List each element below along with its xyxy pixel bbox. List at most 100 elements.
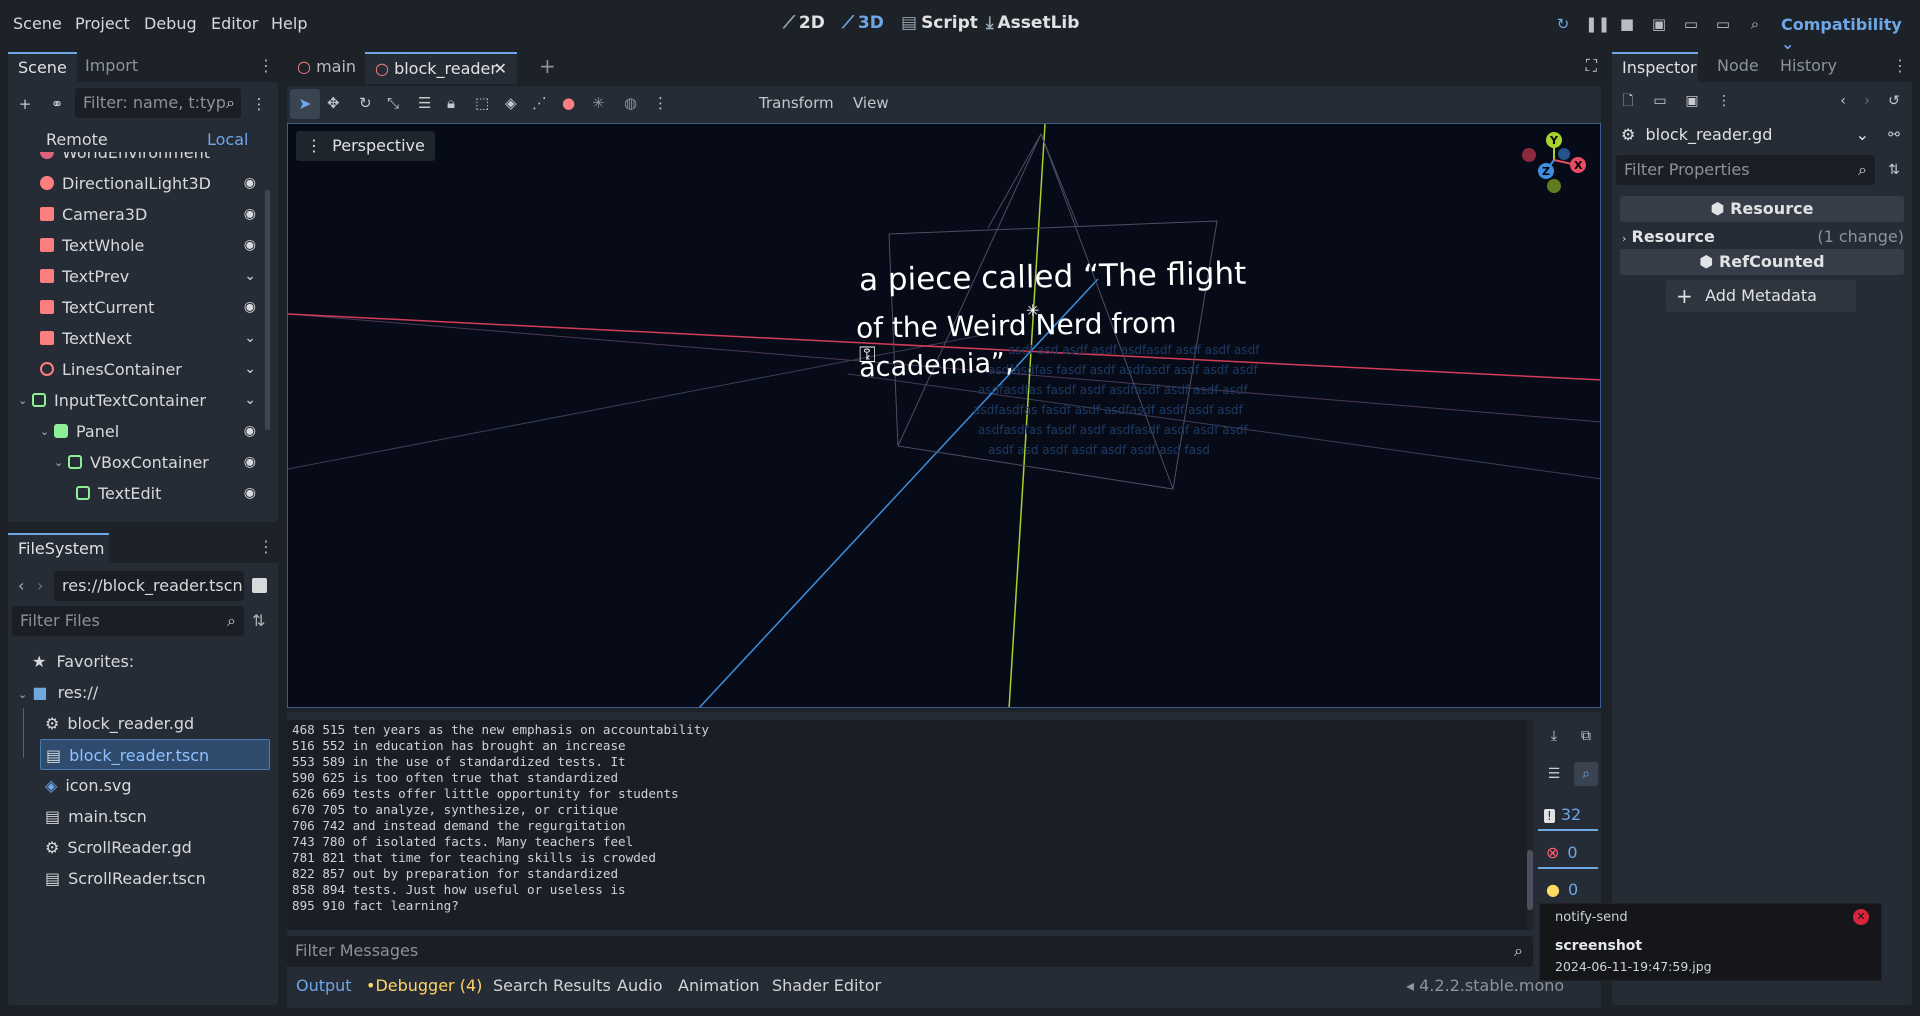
remote-button[interactable]: Remote	[46, 130, 108, 149]
file-item[interactable]: ◈ icon.svg	[40, 770, 270, 801]
chevron-down-icon[interactable]: ⌄	[244, 385, 256, 416]
visibility-icon[interactable]: ◉	[244, 478, 256, 509]
scene-tab-block-reader[interactable]: ○ block_reader ✕	[365, 52, 517, 84]
scene-tab-main[interactable]: ○ main	[287, 52, 366, 84]
tab-inspector[interactable]: Inspector	[1612, 52, 1698, 82]
filter-properties-input[interactable]: Filter Properties ⌕	[1616, 155, 1875, 185]
visibility-icon[interactable]: ◉	[244, 230, 256, 261]
more-options-icon[interactable]: ⋮	[1712, 89, 1736, 113]
chevron-down-icon[interactable]: ⌄	[40, 416, 49, 447]
mode-2d-button[interactable]: ⟋ 2D	[783, 13, 825, 33]
resource-selector[interactable]: ⚙ block_reader.gd ⌄	[1616, 120, 1875, 150]
chevron-down-icon[interactable]: ⌄	[18, 385, 27, 416]
more-options-icon[interactable]: ⋮	[653, 94, 668, 112]
gizmo-neg-x-handle[interactable]	[1522, 148, 1536, 162]
rotate-tool-icon[interactable]: ↻	[359, 94, 372, 112]
chevron-down-icon[interactable]: ⌄	[244, 323, 256, 354]
visibility-icon[interactable]: ◉	[244, 199, 256, 230]
list-select-icon[interactable]: ☰	[418, 94, 431, 112]
tree-node-textnext[interactable]: TextNext ⌄	[8, 323, 268, 354]
back-icon[interactable]: ‹	[1831, 89, 1855, 113]
tab-import[interactable]: Import	[75, 52, 148, 82]
res-root-row[interactable]: ⌄ ■ res://	[18, 677, 98, 708]
play-custom-icon[interactable]: ▭	[1713, 14, 1733, 34]
property-options-icon[interactable]: ⇅	[1882, 158, 1906, 182]
scene-tree-scrollbar[interactable]	[265, 190, 270, 430]
distraction-free-icon[interactable]: ⛶	[1586, 56, 1597, 76]
clear-output-icon[interactable]: ⤓	[1542, 724, 1566, 748]
menu-project[interactable]: Project	[75, 14, 130, 33]
tab-node[interactable]: Node	[1707, 52, 1769, 82]
tab-output[interactable]: Output	[296, 976, 352, 995]
file-item[interactable]: ▤ main.tscn	[40, 801, 270, 832]
warning-count-toggle[interactable]: ● 0	[1538, 874, 1598, 906]
visibility-icon[interactable]: ◉	[244, 447, 256, 478]
tab-history[interactable]: History	[1770, 52, 1847, 82]
tree-node-textprev[interactable]: TextPrev ⌄	[8, 261, 268, 292]
tab-debugger[interactable]: •Debugger (4)	[366, 976, 482, 995]
scale-tool-icon[interactable]: ⤡	[387, 94, 399, 112]
copy-icon[interactable]: ⧉	[1574, 724, 1598, 748]
tab-audio[interactable]: Audio	[617, 976, 662, 995]
object-properties-icon[interactable]: ⚯	[1882, 123, 1906, 147]
tree-node-textcurrent[interactable]: TextCurrent ◉	[8, 292, 268, 323]
menu-scene[interactable]: Scene	[13, 14, 62, 33]
view-menu[interactable]: View	[853, 94, 889, 112]
transform-menu[interactable]: Transform	[759, 94, 834, 112]
environment-icon[interactable]: ◍	[624, 94, 637, 112]
gizmo-neg-y-handle[interactable]	[1547, 179, 1561, 193]
output-scrollbar-thumb[interactable]	[1527, 850, 1533, 910]
snap-icon[interactable]: ⋰	[532, 94, 547, 112]
tree-node-camera3d[interactable]: Camera3D ◉	[8, 199, 268, 230]
chevron-down-icon[interactable]: ⌄	[54, 447, 63, 478]
filesystem-path-field[interactable]: res://block_reader.tscn	[54, 571, 244, 601]
open-folder-icon[interactable]: ▭	[1648, 89, 1672, 113]
reload-icon[interactable]: ↻	[1553, 14, 1573, 34]
forward-icon[interactable]: ›	[1855, 89, 1879, 113]
back-icon[interactable]: ‹	[18, 576, 24, 595]
dock-menu-icon[interactable]: ⋮	[258, 537, 274, 556]
tree-node-textedit[interactable]: TextEdit ◉	[8, 478, 268, 509]
new-resource-icon[interactable]: 🗋︎	[1616, 89, 1640, 113]
pause-icon[interactable]: ❚❚	[1585, 14, 1610, 34]
local-button[interactable]: Local	[207, 130, 248, 149]
tab-shader-editor[interactable]: Shader Editor	[772, 976, 881, 995]
group-icon[interactable]: ⬚	[475, 94, 489, 112]
close-icon[interactable]: ✕	[1853, 909, 1869, 925]
section-resource-header[interactable]: ⬢ Resource	[1620, 196, 1904, 222]
visibility-icon[interactable]: ◉	[244, 292, 256, 323]
favorites-row[interactable]: ★ Favorites:	[32, 646, 134, 677]
renderer-select[interactable]: Compatibility ⌄	[1781, 15, 1920, 53]
dock-menu-icon[interactable]: ⋮	[258, 56, 274, 75]
lock-icon[interactable]: 🔒︎	[447, 94, 455, 112]
dock-menu-icon[interactable]: ⋮	[1892, 56, 1908, 75]
file-item[interactable]: ⚙ block_reader.gd	[40, 708, 270, 739]
chevron-down-icon[interactable]: ⌄	[244, 261, 256, 292]
tree-node-directionallight3d[interactable]: DirectionalLight3D ◉	[8, 168, 268, 199]
camera-preview-icon[interactable]: ●	[562, 94, 575, 112]
sort-icon[interactable]: ⇅	[252, 611, 265, 630]
tab-search-results[interactable]: Search Results	[493, 976, 611, 995]
remote-debug-icon[interactable]: ▣	[1649, 14, 1669, 34]
menu-help[interactable]: Help	[271, 14, 307, 33]
tree-node-inputtextcontainer[interactable]: ⌄ InputTextContainer ⌄	[8, 385, 268, 416]
notification-popup[interactable]: notify-send ✕ screenshot 2024-06-11-19:4…	[1539, 903, 1882, 981]
scene-options-icon[interactable]: ⋮	[246, 91, 272, 117]
file-item[interactable]: ▤ ScrollReader.tscn	[40, 863, 270, 894]
chevron-down-icon[interactable]: ⌄	[244, 354, 256, 385]
play-scene-icon[interactable]: ▭	[1681, 14, 1701, 34]
file-item[interactable]: ▤ block_reader.tscn	[40, 739, 270, 770]
select-tool-icon[interactable]: ➤	[290, 89, 320, 119]
tree-node-worldenvironment[interactable]: WorldEnvironment	[8, 152, 268, 168]
stop-icon[interactable]: ■	[1617, 14, 1637, 34]
search-icon[interactable]: ⌕	[1574, 762, 1598, 786]
mode-script-button[interactable]: ▤ Script	[901, 13, 978, 33]
scene-filter-input[interactable]: Filter: name, t:typ ⌕	[75, 88, 241, 118]
visibility-icon[interactable]: ◉	[244, 416, 256, 447]
movie-maker-icon[interactable]: ⌕	[1745, 14, 1765, 34]
filter-messages-input[interactable]: Filter Messages ⌕	[287, 936, 1533, 967]
resource-property-row[interactable]: › Resource (1 change)	[1622, 224, 1904, 250]
tab-animation[interactable]: Animation	[678, 976, 760, 995]
menu-editor[interactable]: Editor	[211, 14, 258, 33]
tree-node-linescontainer[interactable]: LinesContainer ⌄	[8, 354, 268, 385]
